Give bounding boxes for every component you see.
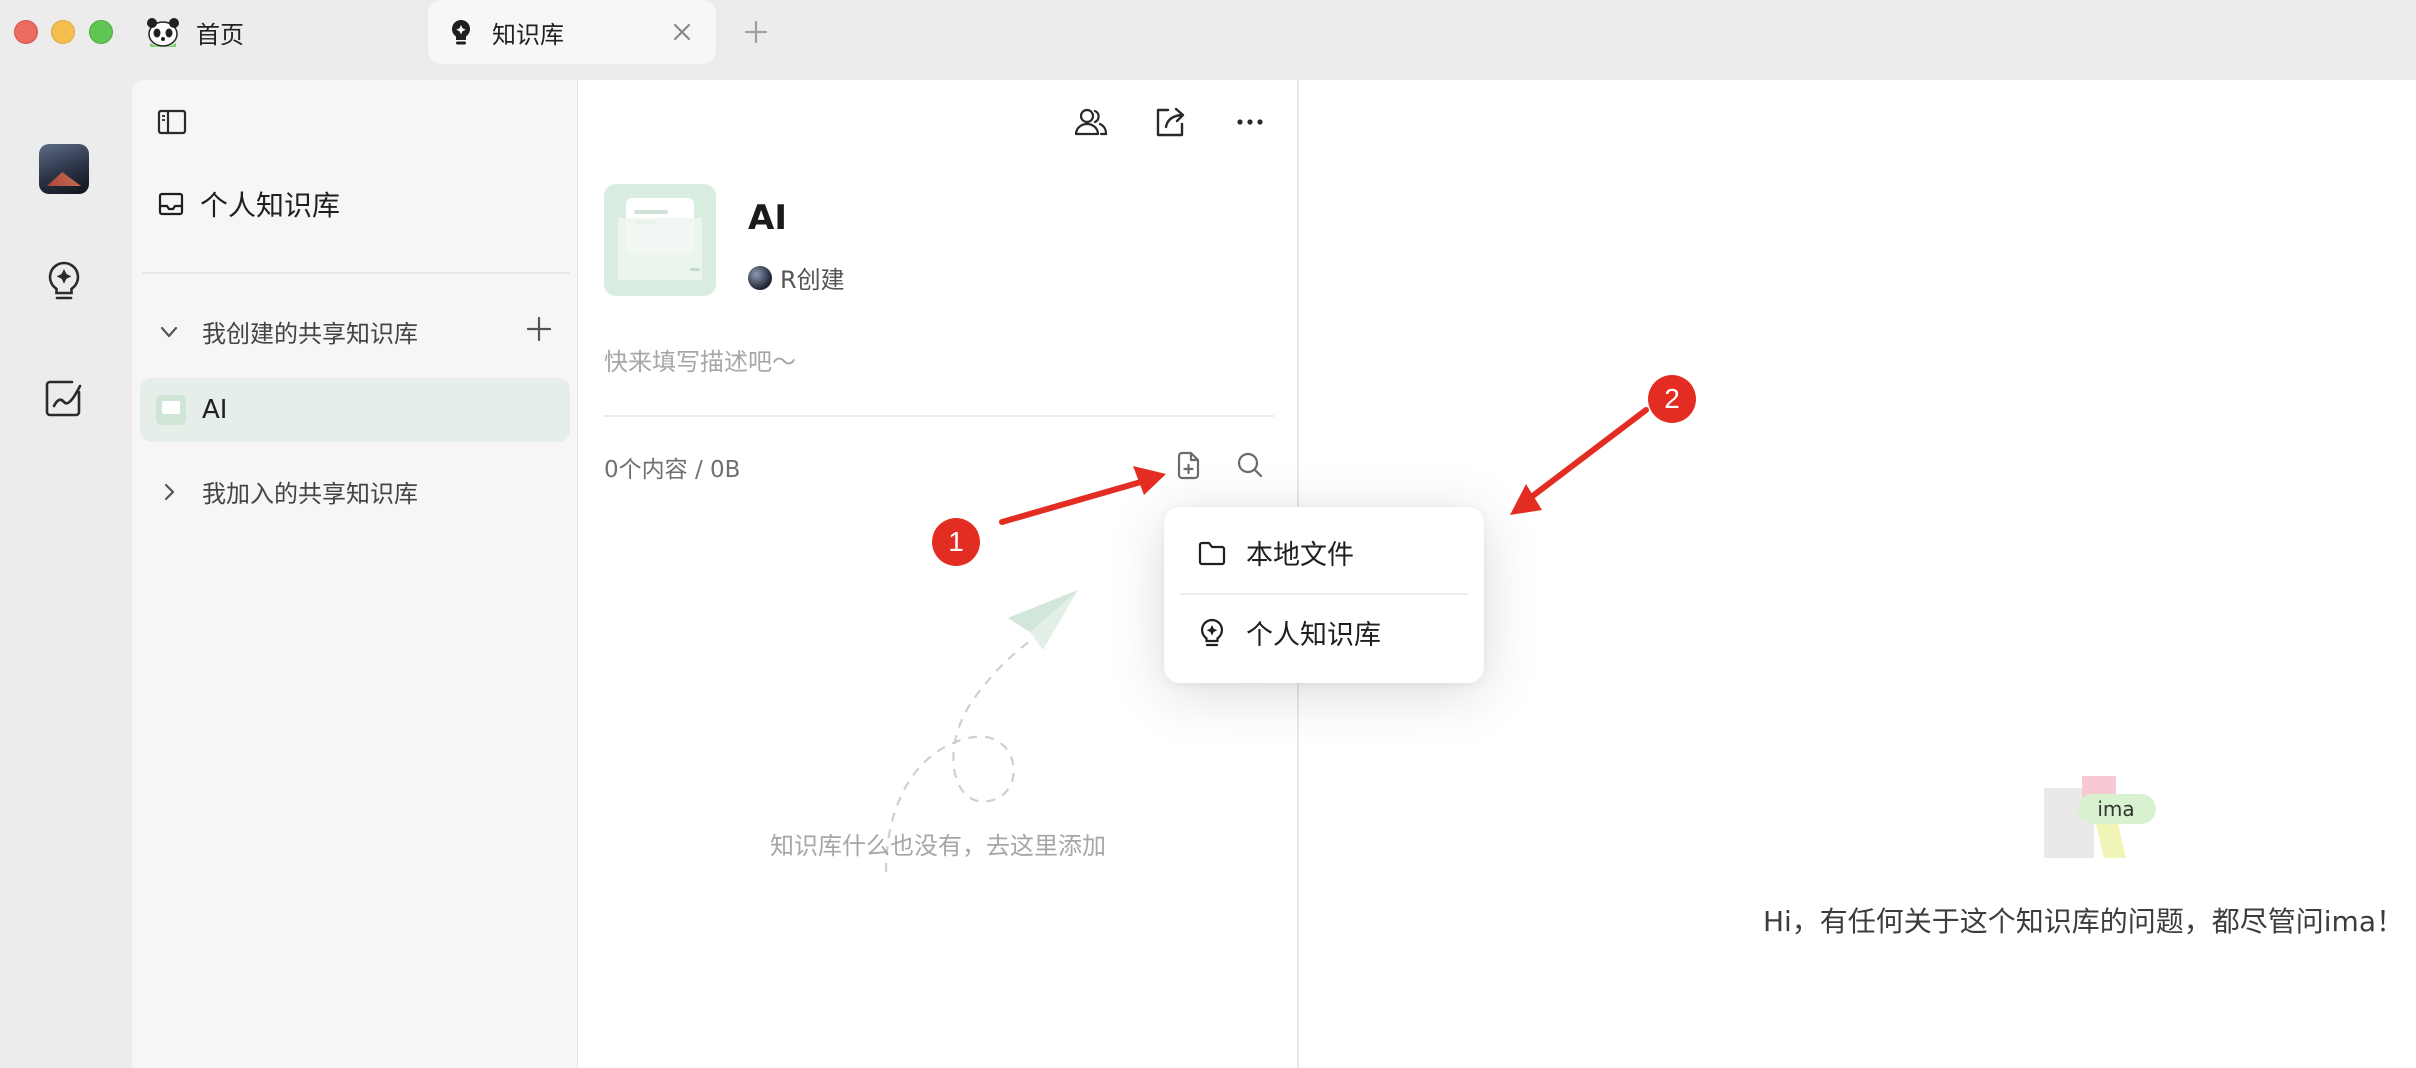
menu-item-label: 本地文件 xyxy=(1246,540,1354,571)
kb-content-stats: 0个内容 / 0B xyxy=(604,457,741,483)
kb-creator: R创建 xyxy=(748,260,845,295)
chevron-down-icon xyxy=(160,326,178,337)
add-content-dropdown: 本地文件 个人知识库 xyxy=(1164,507,1484,683)
title-bar: 首页 知识库 xyxy=(0,0,2416,80)
tab-knowledge-base[interactable]: 知识库 xyxy=(428,0,716,64)
creator-label: R创建 xyxy=(780,266,845,294)
folder-icon xyxy=(1198,541,1226,565)
ima-logo: ima xyxy=(2044,776,2156,858)
chevron-right-icon xyxy=(164,483,175,500)
chat-welcome-message: Hi，有任何关于这个知识库的问题，都尽管问ima！ xyxy=(1762,905,2404,938)
panda-icon xyxy=(147,18,179,47)
kb-thumbnail xyxy=(156,395,186,425)
kb-description-field[interactable]: 快来填写描述吧～ xyxy=(604,342,796,377)
group-joined-shared-kb[interactable]: 我加入的共享知识库 xyxy=(156,474,418,509)
user-avatar[interactable] xyxy=(39,144,89,194)
members-icon[interactable] xyxy=(1071,102,1111,142)
empty-state-message: 知识库什么也没有，去这里添加 xyxy=(770,832,1106,860)
group-created-shared-kb[interactable]: 我创建的共享知识库 xyxy=(156,314,418,349)
menu-item-personal-kb[interactable]: 个人知识库 xyxy=(1196,613,1381,652)
menu-item-local-file[interactable]: 本地文件 xyxy=(1196,533,1354,572)
sidebar-item-personal-kb[interactable]: 个人知识库 xyxy=(156,184,340,224)
annotation-badge-2: 2 xyxy=(1648,375,1696,423)
search-icon[interactable] xyxy=(1233,448,1267,482)
note-edit-icon[interactable] xyxy=(42,376,86,420)
add-content-icon[interactable] xyxy=(1171,448,1205,482)
lightbulb-icon xyxy=(1200,618,1224,646)
close-icon[interactable] xyxy=(668,18,696,46)
divider xyxy=(142,272,570,274)
tab-home[interactable]: 首页 xyxy=(146,0,406,64)
tab-label: 首页 xyxy=(196,20,244,49)
lightbulb-icon xyxy=(451,19,471,45)
sidebar-toggle-icon[interactable] xyxy=(156,106,188,138)
paper-plane-illustration xyxy=(884,590,1078,873)
logo-text: ima xyxy=(2097,797,2134,821)
tab-label: 知识库 xyxy=(492,20,564,49)
sidebar-item-label: 个人知识库 xyxy=(200,189,341,222)
knowledge-lightbulb-icon[interactable] xyxy=(42,258,86,302)
menu-item-label: 个人知识库 xyxy=(1246,620,1381,651)
kb-cover-image[interactable] xyxy=(604,184,716,296)
inbox-icon xyxy=(158,192,184,216)
app-rail xyxy=(0,80,132,1068)
add-shared-kb-plus-icon[interactable] xyxy=(524,314,554,344)
group-label: 我创建的共享知识库 xyxy=(202,320,418,348)
kb-sidebar: 个人知识库 我创建的共享知识库 AI 我加入的共享知识库 xyxy=(132,80,578,1068)
sidebar-item-label: AI xyxy=(202,395,228,425)
divider xyxy=(1180,593,1468,595)
sidebar-item-ai[interactable]: AI xyxy=(140,378,570,442)
share-icon[interactable] xyxy=(1150,102,1190,142)
kb-title: AI xyxy=(748,198,787,238)
more-options-icon[interactable] xyxy=(1230,102,1270,142)
window-close-button[interactable] xyxy=(14,20,38,44)
divider xyxy=(604,415,1274,417)
group-label: 我加入的共享知识库 xyxy=(202,480,418,508)
creator-avatar xyxy=(748,265,772,290)
window-minimize-button[interactable] xyxy=(51,20,75,44)
new-tab-plus-icon[interactable] xyxy=(740,16,772,48)
document-illustration-icon xyxy=(618,198,702,280)
window-zoom-button[interactable] xyxy=(89,20,113,44)
annotation-badge-1: 1 xyxy=(932,518,980,566)
